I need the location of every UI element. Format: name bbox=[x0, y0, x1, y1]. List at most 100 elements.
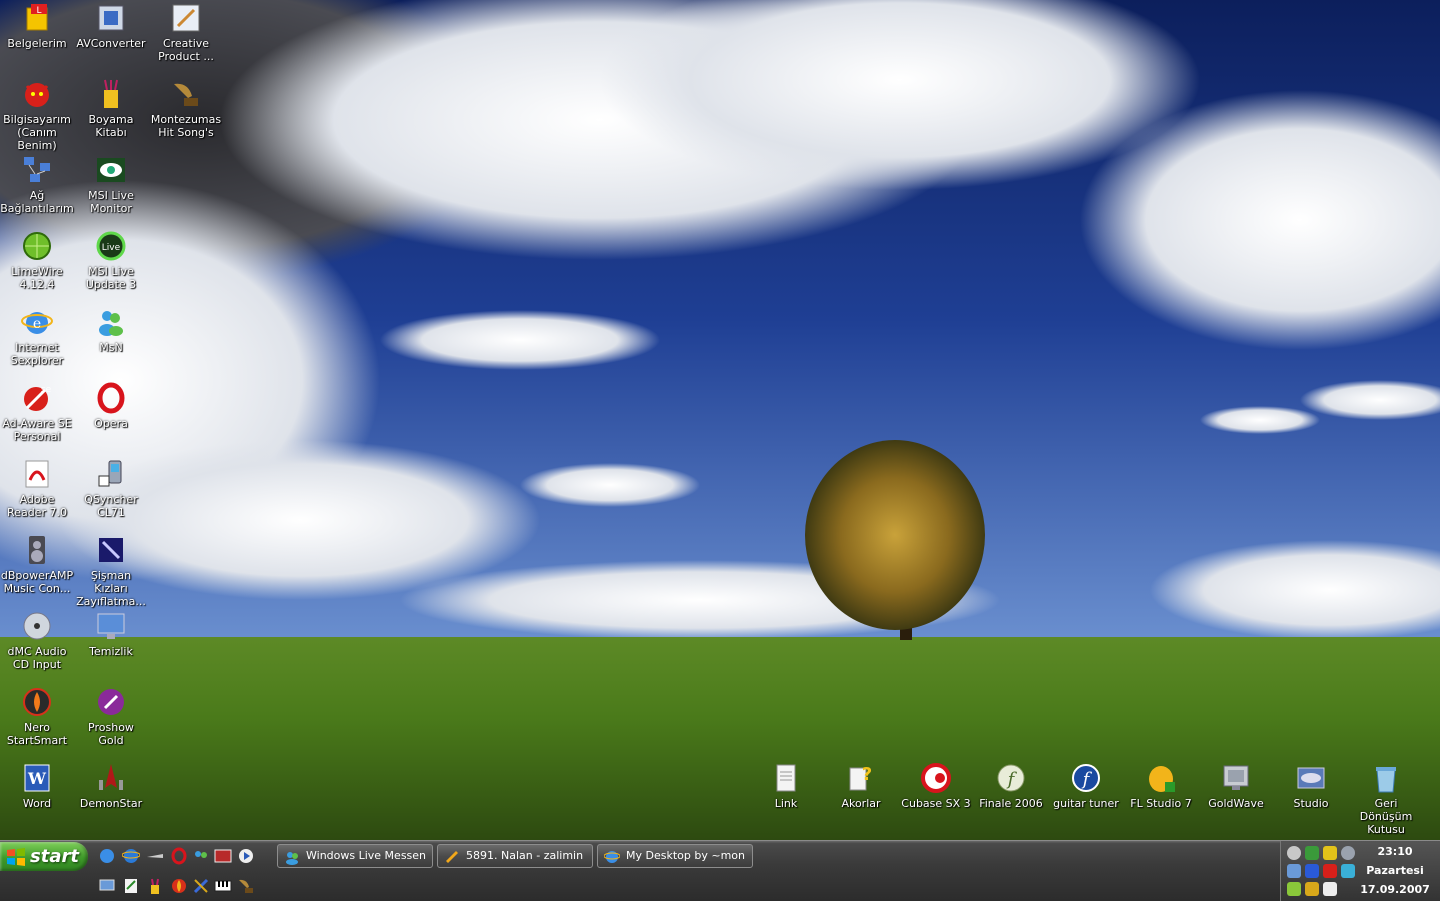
word-icon[interactable]: W Word bbox=[0, 762, 74, 810]
proshow-logo-icon bbox=[98, 689, 124, 715]
adobe-icon[interactable]: Adobe Reader 7.0 bbox=[0, 458, 74, 519]
adaware-icon[interactable]: se Ad-Aware SE Personal bbox=[0, 382, 74, 443]
start-label: start bbox=[30, 846, 79, 867]
clock-time[interactable]: 23:10 bbox=[1350, 845, 1440, 858]
quick-launch-media-player-icon[interactable] bbox=[237, 847, 255, 865]
windows-logo-icon bbox=[7, 848, 25, 866]
monitor-icon bbox=[97, 613, 125, 639]
temizlik-icon[interactable]: Temizlik bbox=[74, 610, 148, 658]
cd-icon bbox=[23, 612, 51, 640]
quick-launch-tools-icon[interactable] bbox=[192, 877, 210, 895]
recycle-bin-icon[interactable]: Geri Dönüşüm Kutusu bbox=[1349, 762, 1423, 836]
messenger-icon bbox=[286, 852, 298, 865]
quick-launch-nero-icon[interactable] bbox=[170, 877, 188, 895]
icon-label: QSyncher CL71 bbox=[84, 493, 138, 519]
limewire-icon[interactable]: LimeWire 4.12.4 bbox=[0, 230, 74, 291]
icon-label: Studio bbox=[1293, 797, 1329, 810]
dmc-icon[interactable]: dMC Audio CD Input bbox=[0, 610, 74, 671]
browser-icon bbox=[604, 851, 620, 863]
start-button[interactable]: start bbox=[0, 842, 88, 871]
flstudio-icon[interactable]: FL Studio 7 bbox=[1124, 762, 1198, 810]
montezumas-icon[interactable]: Montezumas Hit Song's bbox=[149, 78, 223, 139]
creative-icon[interactable]: Creative Product ... bbox=[149, 2, 223, 63]
msn-icon[interactable]: MsN bbox=[74, 306, 148, 354]
svg-text:Live: Live bbox=[102, 243, 121, 253]
gramophone-icon bbox=[174, 83, 198, 106]
proshow-icon[interactable]: Proshow Gold bbox=[74, 686, 148, 747]
cubase-icon[interactable]: Cubase SX 3 bbox=[899, 762, 973, 810]
taskbar-item-messenger[interactable]: Windows Live Messen... bbox=[277, 844, 433, 868]
icon-label: LimeWire 4.12.4 bbox=[11, 265, 63, 291]
boyama-icon[interactable]: Boyama Kitabı bbox=[74, 78, 148, 139]
quick-launch-plane-icon[interactable] bbox=[146, 847, 164, 865]
tray-network-icon[interactable] bbox=[1305, 846, 1319, 860]
icon-label: MSI Live Monitor bbox=[88, 189, 134, 215]
quick-launch-tv-icon[interactable] bbox=[214, 847, 232, 865]
quick-launch-messenger-icon[interactable] bbox=[192, 847, 210, 865]
icon-label: dMC Audio CD Input bbox=[7, 645, 67, 671]
icon-label: guitar tuner bbox=[1053, 797, 1119, 810]
studio-icon[interactable]: Studio bbox=[1274, 762, 1348, 810]
tray-keyboard-icon[interactable] bbox=[1323, 882, 1337, 896]
help-document-icon: ? bbox=[849, 764, 872, 791]
opera-logo-icon bbox=[97, 382, 125, 414]
icon-label: Temizlik bbox=[89, 645, 133, 658]
icon-label: dBpowerAMP Music Con... bbox=[0, 569, 74, 595]
opera-icon[interactable]: Opera bbox=[74, 382, 148, 430]
dbpoweramp-icon[interactable]: dBpowerAMP Music Con... bbox=[0, 534, 74, 595]
link-icon[interactable]: Link bbox=[749, 762, 823, 810]
quick-launch-paint-icon[interactable] bbox=[146, 877, 164, 895]
tray-volume-icon[interactable] bbox=[1287, 882, 1301, 896]
studio-logo-icon bbox=[1297, 767, 1325, 789]
tray-display-icon[interactable] bbox=[1287, 864, 1301, 878]
ag-icon[interactable]: Ağ Bağlantılarım bbox=[0, 154, 74, 215]
quick-launch-opera-icon[interactable] bbox=[170, 847, 188, 865]
nero-icon[interactable]: Nero StartSmart bbox=[0, 686, 74, 747]
creative-product-icon bbox=[172, 4, 200, 32]
messenger-buddies-icon bbox=[99, 311, 123, 336]
akorlar-icon[interactable]: ? Akorlar bbox=[824, 762, 898, 810]
msi-update-icon[interactable]: Live MSI Live Update 3 bbox=[74, 230, 148, 291]
clock-date: 17.09.2007 bbox=[1360, 883, 1430, 896]
belgelerim-icon[interactable]: L Belgelerim bbox=[0, 2, 74, 50]
taskbar-item-nalan[interactable]: 5891. Nalan - zalimin ... bbox=[437, 844, 593, 868]
icon-label: Ad-Aware SE Personal bbox=[2, 417, 72, 443]
task-label: My Desktop by ~mon... bbox=[626, 849, 746, 862]
quick-launch-ie-icon[interactable] bbox=[98, 847, 116, 865]
ie-icon[interactable]: e Internet Sexplorer bbox=[0, 306, 74, 367]
msi-monitor-icon[interactable]: MSI Live Monitor bbox=[74, 154, 148, 215]
guitar-tuner-icon[interactable]: f guitar tuner bbox=[1049, 762, 1123, 810]
bilgisayarim-icon[interactable]: Bilgisayarım (Canım Benim) bbox=[0, 78, 74, 152]
sisman-icon[interactable]: Şişman Kızları Zayıflatma... bbox=[74, 534, 148, 608]
tray-shield-icon[interactable] bbox=[1323, 846, 1337, 860]
icon-label: Opera bbox=[94, 417, 128, 430]
quick-launch-browser-icon[interactable] bbox=[122, 847, 140, 865]
tray-update-icon[interactable] bbox=[1305, 882, 1319, 896]
documents-icon: L bbox=[26, 4, 48, 31]
qsyncher-icon[interactable]: QSyncher CL71 bbox=[74, 458, 148, 519]
svg-text:L: L bbox=[36, 6, 41, 16]
ad-aware-icon: se bbox=[24, 385, 52, 411]
quick-launch-gramophone-icon[interactable] bbox=[237, 877, 255, 895]
taskbar-item-my-desktop[interactable]: My Desktop by ~mon... bbox=[597, 844, 753, 868]
icon-label: DemonStar bbox=[79, 797, 143, 810]
avconverter-icon[interactable]: AVConverter bbox=[74, 2, 148, 50]
quick-launch-desktop-icon[interactable] bbox=[98, 877, 116, 895]
icon-label: Şişman Kızları Zayıflatma... bbox=[76, 569, 146, 608]
quick-launch-piano-icon[interactable] bbox=[214, 877, 232, 895]
demonstar-icon[interactable]: DemonStar bbox=[74, 762, 148, 810]
finale-icon[interactable]: f Finale 2006 bbox=[974, 762, 1048, 810]
svg-text:e: e bbox=[33, 316, 41, 332]
goldwave-icon[interactable]: GoldWave bbox=[1199, 762, 1273, 810]
icon-label: Bilgisayarım (Canım Benim) bbox=[3, 113, 71, 152]
quick-launch-notepad-icon[interactable] bbox=[122, 877, 140, 895]
paint-brushes-icon bbox=[104, 79, 118, 108]
icon-label: Ağ Bağlantılarım bbox=[0, 189, 74, 215]
icon-label: Boyama Kitabı bbox=[88, 113, 134, 139]
icon-label: AVConverter bbox=[76, 37, 146, 50]
icon-label: MsN bbox=[99, 341, 123, 354]
icon-label: Geri Dönüşüm Kutusu bbox=[1359, 797, 1413, 836]
tray-antivirus-icon[interactable] bbox=[1323, 864, 1337, 878]
tray-help-icon[interactable] bbox=[1287, 846, 1301, 860]
tray-device-icon[interactable] bbox=[1305, 864, 1319, 878]
